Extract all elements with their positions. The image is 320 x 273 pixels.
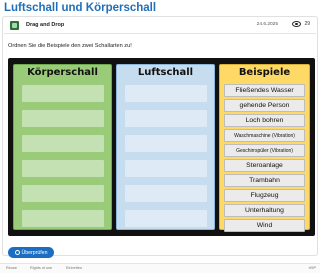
- column-title-luftschall: Luftschall: [137, 67, 194, 78]
- draggable-example[interactable]: Unterhaltung: [224, 204, 305, 217]
- drop-slot[interactable]: [22, 185, 104, 202]
- date: 24.6.2025: [256, 22, 278, 27]
- drop-slot[interactable]: [125, 85, 207, 102]
- drop-slot[interactable]: [125, 210, 207, 227]
- draggable-example[interactable]: Flugzeug: [224, 189, 305, 202]
- draggable-example[interactable]: Trambahn: [224, 174, 305, 187]
- draggable-example[interactable]: Fließendes Wasser: [224, 84, 305, 97]
- dropzone-beispiele[interactable]: Beispiele Fließendes Wasser gehende Pers…: [219, 64, 310, 232]
- app-name: Drag and Drop: [26, 22, 65, 28]
- dropzone-luftschall[interactable]: Luftschall: [116, 64, 215, 230]
- h5p-logo[interactable]: H5P: [309, 266, 316, 270]
- footer-bar: Reuse Rights of use Einbetten H5P: [0, 263, 320, 273]
- rights-of-use-link[interactable]: Rights of use: [30, 266, 52, 270]
- drop-slot[interactable]: [22, 135, 104, 152]
- task-instruction: Ordnen Sie die Beispiele den zwei Schall…: [8, 43, 132, 49]
- drop-slot[interactable]: [125, 160, 207, 177]
- check-icon: [14, 250, 20, 255]
- drop-slot[interactable]: [125, 110, 207, 127]
- drop-slot[interactable]: [22, 110, 104, 127]
- eye-icon: [292, 21, 302, 27]
- column-title-koerperschall: Körperschall: [27, 67, 98, 78]
- reuse-link[interactable]: Reuse: [6, 266, 17, 270]
- drag-drop-board: Körperschall Luftschall Beispiele Fließe…: [8, 58, 315, 236]
- draggable-example[interactable]: Waschmaschine (Vibration): [224, 129, 305, 142]
- check-button-label: Überprüfen: [21, 249, 48, 256]
- drop-slot[interactable]: [22, 85, 104, 102]
- draggable-example[interactable]: Wind: [224, 219, 305, 232]
- page-title: Luftschall und Körperschall: [4, 2, 157, 14]
- drop-slot[interactable]: [22, 160, 104, 177]
- draggable-example[interactable]: Steroanlage: [224, 159, 305, 172]
- views-counter: 29: [292, 21, 310, 27]
- column-title-beispiele: Beispiele: [238, 67, 291, 78]
- drop-slot[interactable]: [125, 185, 207, 202]
- drop-slot[interactable]: [125, 135, 207, 152]
- check-button[interactable]: Überprüfen: [8, 247, 54, 258]
- dropzone-koerperschall[interactable]: Körperschall: [13, 64, 112, 230]
- drag-and-drop-app-icon: [10, 21, 19, 30]
- drop-slot[interactable]: [22, 210, 104, 227]
- draggable-example[interactable]: gehende Person: [224, 99, 305, 112]
- draggable-example[interactable]: Geschirrspüler (Vibration): [224, 144, 305, 157]
- draggable-example[interactable]: Loch bohren: [224, 114, 305, 127]
- embed-link[interactable]: Einbetten: [66, 266, 82, 270]
- activity-meta-row: Drag and Drop 24.6.2025 29: [4, 18, 316, 34]
- views-count: 29: [304, 21, 310, 27]
